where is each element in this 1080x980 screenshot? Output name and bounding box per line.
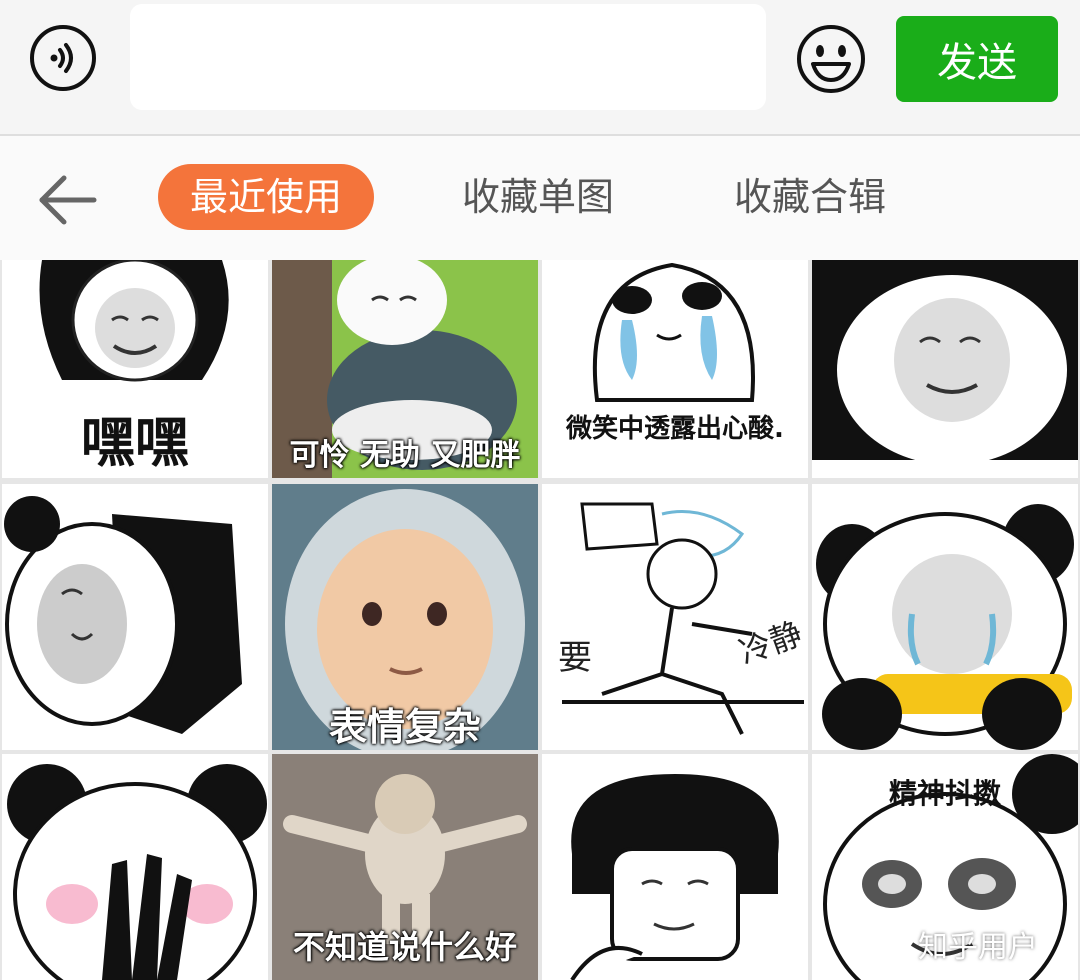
sticker-item[interactable]: 表情复杂 <box>272 484 538 750</box>
sticker-caption: 嘿嘿 <box>81 411 189 474</box>
sticker-grid: 嘿嘿 可怜 无助 又肥胖 微笑中透露出心酸. 表情复杂 要 冷静 不知道说什么好… <box>0 260 1080 980</box>
back-arrow-icon <box>39 175 97 225</box>
panda-hat-sticker-image <box>4 496 242 734</box>
back-button[interactable] <box>38 172 98 228</box>
voice-icon <box>50 43 73 73</box>
panda-hand-face-sticker-image <box>7 764 267 980</box>
emoji-button[interactable] <box>796 24 866 94</box>
panda-sticker-image <box>812 260 1078 460</box>
sticker-item[interactable]: 嘿嘿 <box>2 260 268 478</box>
sticker-caption: 精神抖擞 <box>888 777 1001 810</box>
tab-favorite-single[interactable]: 收藏单图 <box>462 164 614 230</box>
crying-panda-sticker-image <box>816 504 1074 750</box>
sticker-item[interactable] <box>2 484 268 750</box>
bowl-cut-sticker-image <box>570 774 779 980</box>
send-button[interactable]: 发送 <box>896 16 1058 102</box>
sticker-item[interactable] <box>812 260 1078 478</box>
sticker-item[interactable] <box>542 754 808 980</box>
sticker-item[interactable]: 不知道说什么好 <box>272 754 538 980</box>
sticker-item[interactable]: 可怜 无助 又肥胖 <box>272 260 538 478</box>
sticker-caption: 可怜 无助 又肥胖 <box>289 438 521 473</box>
sticker-item[interactable]: 微笑中透露出心酸. <box>542 260 808 478</box>
sticker-caption: 不知道说什么好 <box>292 928 517 966</box>
sticker-item[interactable]: 要 冷静 <box>542 484 808 750</box>
sticker-item[interactable] <box>2 754 268 980</box>
sticker-caption: 表情复杂 <box>328 705 481 749</box>
message-input[interactable] <box>130 4 766 110</box>
voice-button[interactable] <box>30 25 96 91</box>
crying-smile-sticker-image <box>592 262 755 402</box>
sticker-caption: 要 <box>558 638 592 678</box>
watermark: 知乎用户 <box>918 930 1038 965</box>
smiley-icon <box>797 25 865 93</box>
tab-favorite-collection[interactable]: 收藏合辑 <box>734 164 886 230</box>
tab-recent[interactable]: 最近使用 <box>158 164 375 230</box>
sticker-item[interactable] <box>812 484 1078 750</box>
sticker-tab-bar: 最近使用 收藏单图 收藏合辑 <box>0 136 1080 260</box>
input-bar: 发送 <box>0 0 1080 136</box>
sticker-caption: 微笑中透露出心酸. <box>566 414 784 444</box>
